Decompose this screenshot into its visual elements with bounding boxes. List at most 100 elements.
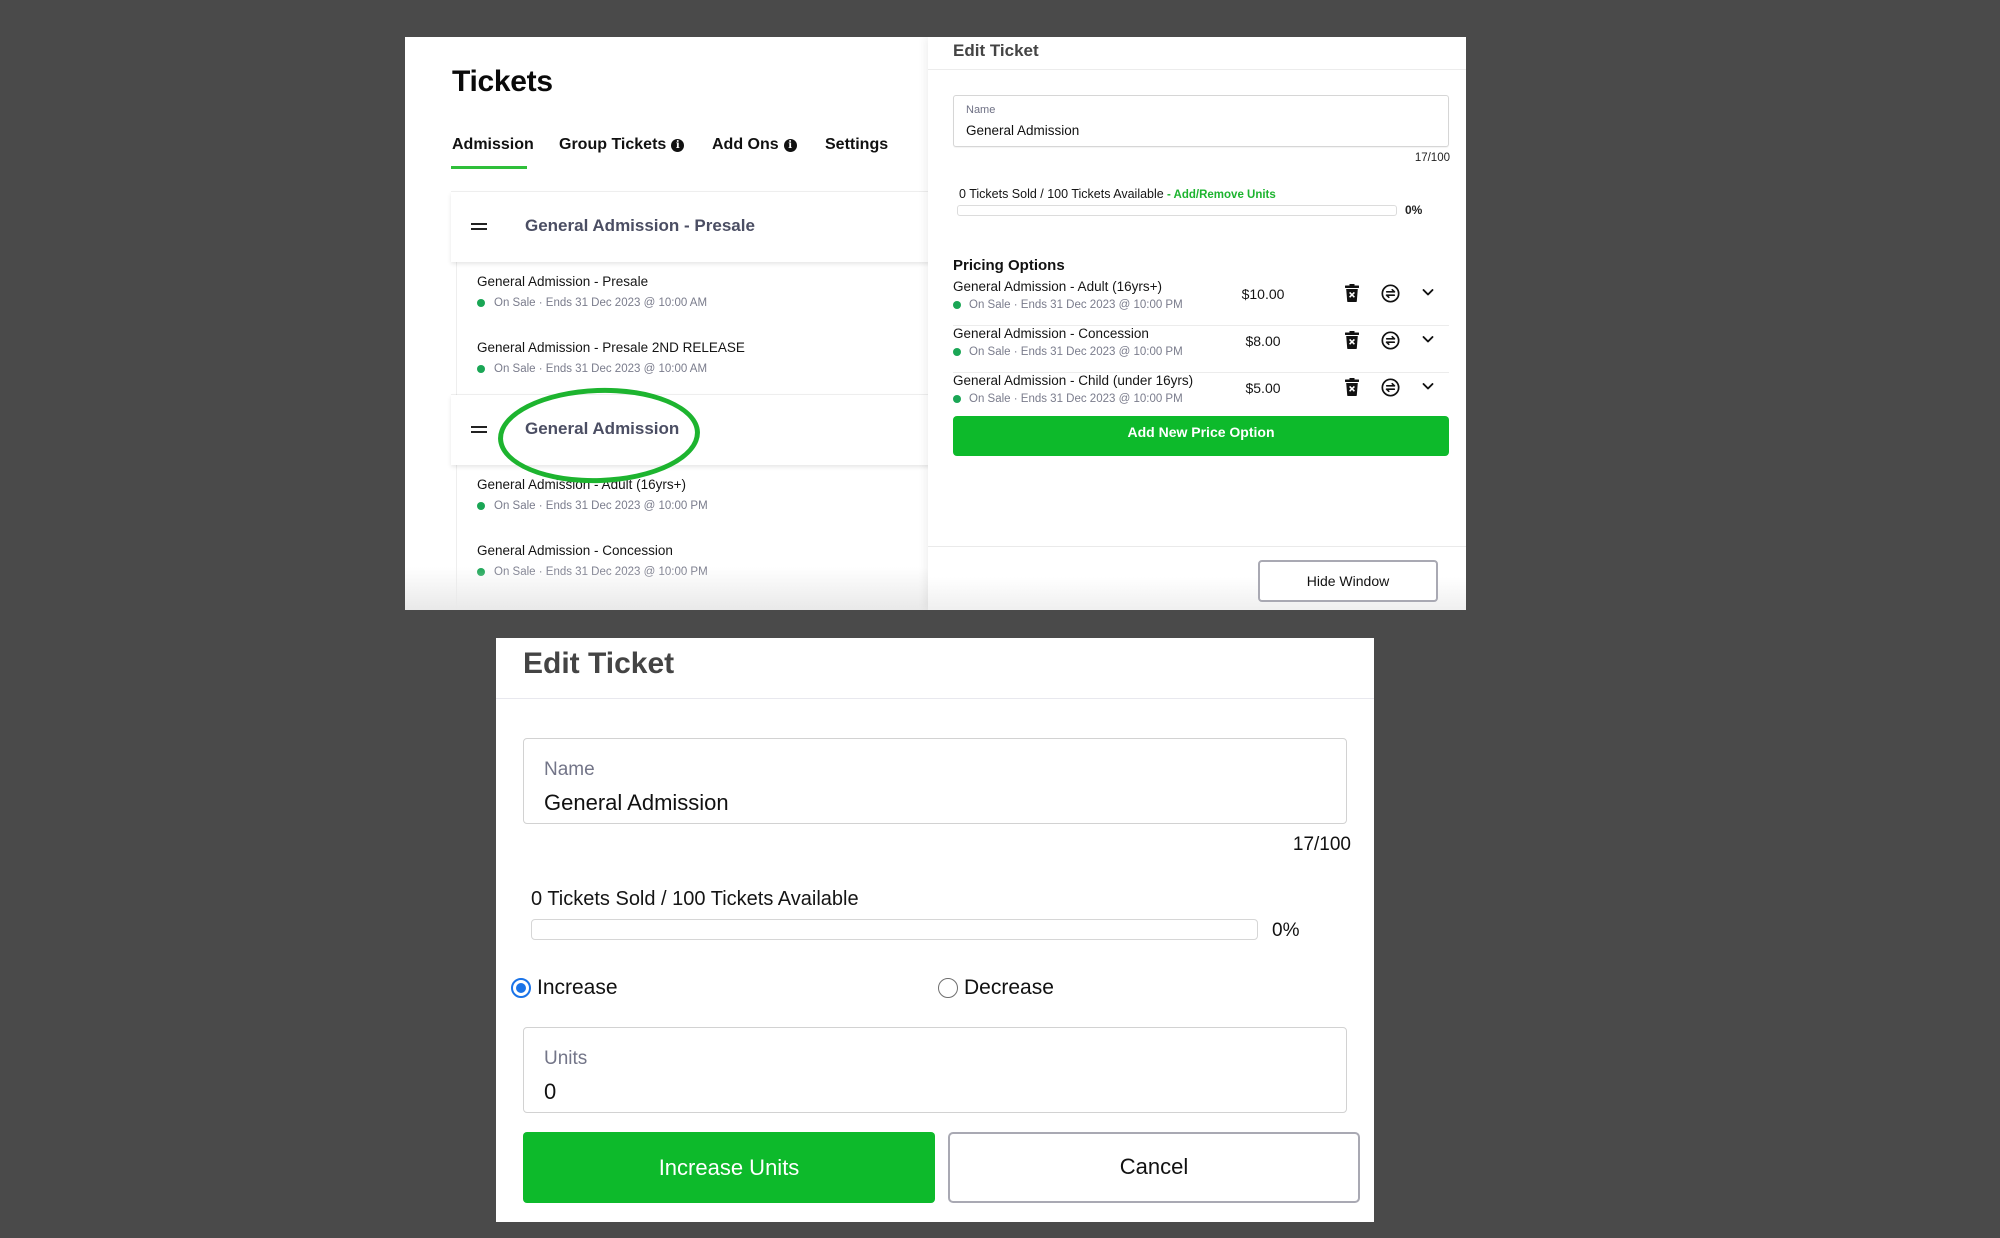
chevron-down-icon[interactable] xyxy=(1421,285,1435,299)
ticket-item[interactable]: General Admission - Adult (16yrs+) On Sa… xyxy=(477,477,708,512)
tab-label: Admission xyxy=(452,136,534,153)
ticket-item[interactable]: General Admission - Presale On Sale · En… xyxy=(477,274,707,309)
chevron-down-icon[interactable] xyxy=(1421,332,1435,346)
panel-footer: Hide Window xyxy=(928,546,1466,610)
pricing-option-price: $8.00 xyxy=(1245,333,1281,349)
info-icon[interactable]: i xyxy=(783,138,797,152)
pricing-option-status: On Sale · Ends 31 Dec 2023 @ 10:00 PM xyxy=(953,346,1183,358)
name-input[interactable]: Name General Admission xyxy=(523,738,1347,824)
tab-settings[interactable]: Settings xyxy=(825,136,888,154)
status-dot-icon xyxy=(953,348,961,356)
panel-title: Edit Ticket xyxy=(953,41,1039,60)
ticket-name: General Admission - Presale 2ND RELEASE xyxy=(477,340,745,355)
chevron-down-icon[interactable] xyxy=(1421,379,1435,393)
status-text: On Sale · Ends 31 Dec 2023 @ 10:00 AM xyxy=(494,363,708,375)
group-label: General Admission xyxy=(525,419,680,438)
page-title: Tickets xyxy=(452,65,553,98)
units-value: 0 xyxy=(544,1079,557,1104)
panel-header: Edit Ticket xyxy=(928,37,1466,70)
swap-icon[interactable] xyxy=(1381,378,1400,397)
sales-progress-bar xyxy=(531,919,1258,940)
tab-label: Settings xyxy=(825,136,889,153)
swap-icon[interactable] xyxy=(1381,284,1400,303)
pricing-option-price: $5.00 xyxy=(1245,380,1281,396)
tab-admission[interactable]: Admission xyxy=(452,136,534,154)
delete-icon[interactable] xyxy=(1345,284,1359,302)
dialog-title: Edit Ticket xyxy=(523,647,675,680)
hide-window-button[interactable]: Hide Window xyxy=(1258,560,1438,602)
tab-add-ons[interactable]: Add Ons i xyxy=(712,136,797,154)
sales-progress-bar xyxy=(957,205,1397,216)
radio-unchecked-icon[interactable] xyxy=(938,978,958,998)
increase-radio[interactable]: Increase xyxy=(511,976,618,1000)
info-icon[interactable]: i xyxy=(671,138,685,152)
name-input[interactable]: Name General Admission xyxy=(953,95,1449,147)
status-text: On Sale · Ends 31 Dec 2023 @ 10:00 PM xyxy=(969,299,1183,311)
pricing-option-row[interactable]: General Admission - Adult (16yrs+) On Sal… xyxy=(953,279,1449,326)
pricing-option-name: General Admission - Child (under 16yrs) xyxy=(953,373,1194,388)
ticket-name: General Admission - Presale xyxy=(477,274,649,289)
name-label: Name xyxy=(966,104,996,116)
name-value: General Admission xyxy=(966,123,1080,138)
delete-icon[interactable] xyxy=(1345,378,1359,396)
status-text: On Sale · Ends 31 Dec 2023 @ 10:00 AM xyxy=(494,297,708,309)
pricing-option-row[interactable]: General Admission - Child (under 16yrs) O… xyxy=(953,373,1449,420)
status-dot-icon xyxy=(477,502,485,510)
ticket-status: On Sale · Ends 31 Dec 2023 @ 10:00 AM xyxy=(477,363,745,375)
dialog-header: Edit Ticket xyxy=(496,638,1374,699)
status-dot-icon xyxy=(953,395,961,403)
edit-units-dialog: Edit Ticket Name General Admission 17/10… xyxy=(496,638,1374,1222)
name-label: Name xyxy=(544,759,595,780)
status-text: On Sale · Ends 31 Dec 2023 @ 10:00 PM xyxy=(969,393,1183,405)
radio-label: Increase xyxy=(537,976,618,999)
status-text: On Sale · Ends 31 Dec 2023 @ 10:00 PM xyxy=(969,346,1183,358)
units-input[interactable]: Units 0 xyxy=(523,1027,1347,1113)
character-counter: 17/100 xyxy=(1414,152,1450,164)
pricing-option-row[interactable]: General Admission - Concession On Sale · … xyxy=(953,326,1449,373)
scroll-fade xyxy=(405,567,965,610)
ticket-item[interactable]: General Admission - Presale 2ND RELEASE … xyxy=(477,340,745,375)
progress-percent: 0% xyxy=(1405,203,1423,217)
swap-icon[interactable] xyxy=(1381,331,1400,350)
cancel-button[interactable]: Cancel xyxy=(948,1132,1360,1203)
status-dot-icon xyxy=(953,301,961,309)
pricing-option-name: General Admission - Adult (16yrs+) xyxy=(953,279,1162,294)
add-remove-units-link[interactable]: - Add/Remove Units xyxy=(1164,189,1276,201)
tickets-sold-summary: 0 Tickets Sold / 100 Tickets Available xyxy=(531,888,859,910)
pricing-option-name: General Admission - Concession xyxy=(953,326,1149,341)
ticket-name: General Admission - Concession xyxy=(477,543,673,558)
decrease-radio[interactable]: Decrease xyxy=(938,976,1054,1000)
ticket-name: General Admission - Adult (16yrs+) xyxy=(477,477,686,492)
tab-group-tickets[interactable]: Group Tickets i xyxy=(559,136,685,154)
group-label: General Admission - Presale xyxy=(525,216,755,235)
tickets-sold-summary: 0 Tickets Sold / 100 Tickets Available -… xyxy=(959,187,1276,201)
tickets-screen: Tickets Admission Group Tickets i Add On… xyxy=(405,37,1466,610)
pricing-options-heading: Pricing Options xyxy=(953,257,1065,274)
status-dot-icon xyxy=(477,299,485,307)
delete-icon[interactable] xyxy=(1345,331,1359,349)
tickets-pane: Tickets Admission Group Tickets i Add On… xyxy=(405,37,981,610)
add-new-price-option-button[interactable]: Add New Price Option xyxy=(953,416,1449,456)
sold-text: 0 Tickets Sold / 100 Tickets Available xyxy=(959,187,1164,201)
status-text: On Sale · Ends 31 Dec 2023 @ 10:00 PM xyxy=(494,500,708,512)
increase-units-button[interactable]: Increase Units xyxy=(523,1132,935,1203)
pricing-option-status: On Sale · Ends 31 Dec 2023 @ 10:00 PM xyxy=(953,393,1183,405)
ticket-group-general-admission[interactable]: General Admission xyxy=(451,395,981,465)
pricing-option-status: On Sale · Ends 31 Dec 2023 @ 10:00 PM xyxy=(953,299,1183,311)
ticket-list: General Admission - Presale On Sale · En… xyxy=(456,262,981,395)
status-dot-icon xyxy=(477,365,485,373)
radio-label: Decrease xyxy=(964,976,1054,999)
edit-ticket-panel: Edit Ticket Name General Admission 17/10… xyxy=(928,37,1466,610)
tab-label: Group Tickets xyxy=(559,136,667,153)
drag-handle-icon[interactable] xyxy=(471,223,487,230)
ticket-group-presale[interactable]: General Admission - Presale xyxy=(451,192,981,262)
tab-label: Add Ons xyxy=(712,136,779,153)
name-value: General Admission xyxy=(544,790,729,815)
progress-percent: 0% xyxy=(1272,920,1300,941)
units-label: Units xyxy=(544,1048,588,1069)
radio-checked-icon[interactable] xyxy=(511,978,531,998)
ticket-status: On Sale · Ends 31 Dec 2023 @ 10:00 AM xyxy=(477,297,707,309)
active-tab-indicator xyxy=(451,166,527,169)
drag-handle-icon[interactable] xyxy=(471,426,487,433)
pricing-option-price: $10.00 xyxy=(1241,286,1285,302)
